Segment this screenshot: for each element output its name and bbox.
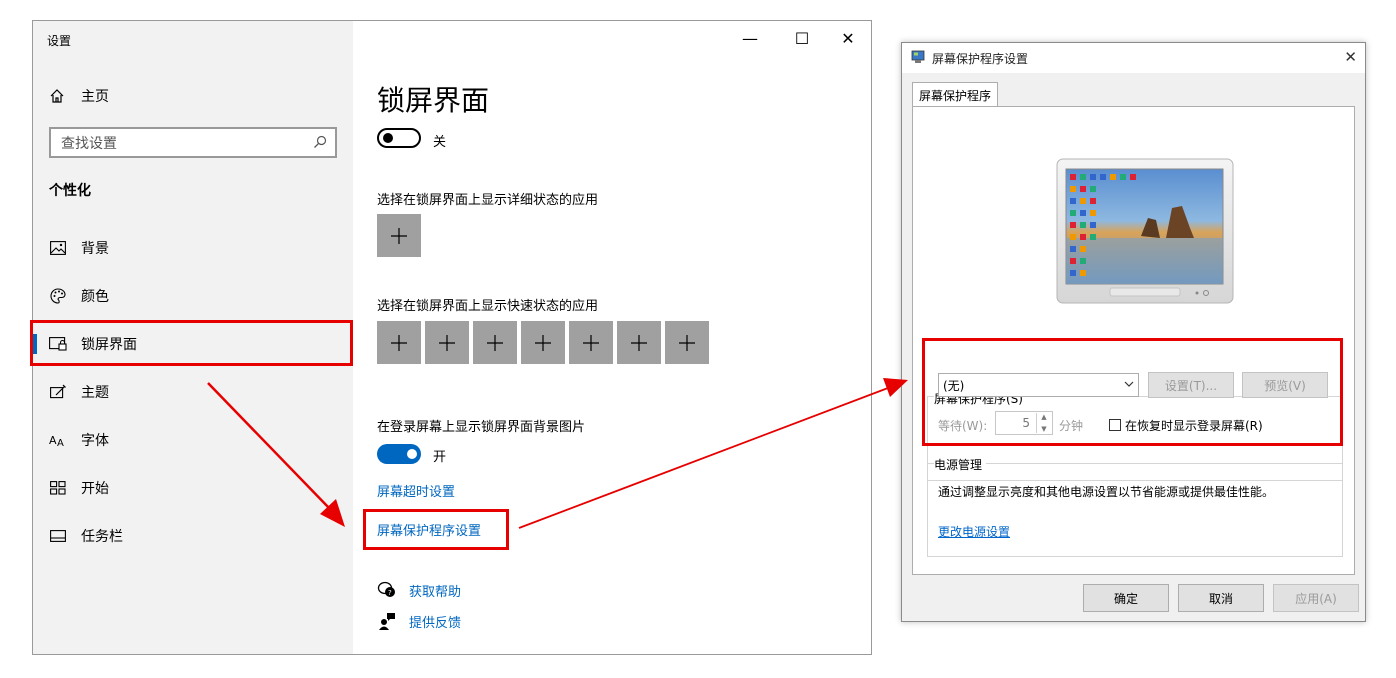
sidebar-item-label: 字体 bbox=[81, 433, 109, 449]
page-title: 锁屏界面 bbox=[377, 84, 490, 117]
power-group-label: 电源管理 bbox=[934, 456, 987, 473]
sidebar-item-label: 任务栏 bbox=[81, 529, 123, 545]
plus-icon bbox=[391, 334, 407, 351]
svg-text:A: A bbox=[49, 434, 57, 447]
app-title: 设置 bbox=[47, 34, 72, 48]
dialog-close-button[interactable]: ✕ bbox=[1344, 48, 1357, 66]
toggle-state-label: 开 bbox=[433, 450, 447, 465]
svg-text:A: A bbox=[57, 438, 64, 447]
apply-button[interactable]: 应用(A) bbox=[1273, 584, 1359, 612]
quick-status-label: 选择在锁屏界面上显示快速状态的应用 bbox=[377, 299, 599, 314]
home-nav-item[interactable]: 主页 bbox=[49, 85, 109, 107]
palette-icon bbox=[49, 287, 67, 305]
highlight-screensaver-group bbox=[922, 338, 1343, 446]
lockscreen-toggle[interactable] bbox=[377, 128, 421, 148]
cancel-button[interactable]: 取消 bbox=[1178, 584, 1264, 612]
tab-screensaver[interactable]: 屏幕保护程序 bbox=[912, 82, 998, 107]
help-link-label: 获取帮助 bbox=[409, 584, 462, 600]
add-quick-app-button[interactable] bbox=[377, 321, 421, 364]
feedback-link[interactable]: 提供反馈 bbox=[377, 611, 461, 631]
signin-bg-toggle[interactable] bbox=[377, 444, 421, 464]
start-icon bbox=[49, 479, 67, 497]
power-description: 通过调整显示亮度和其他电源设置以节省能源或提供最佳性能。 bbox=[938, 485, 1275, 499]
add-quick-app-button[interactable] bbox=[521, 321, 565, 364]
monitor-preview-image bbox=[1056, 158, 1234, 304]
search-icon[interactable] bbox=[313, 135, 327, 149]
sidebar-item-start[interactable]: 开始 bbox=[33, 468, 353, 508]
close-button[interactable]: ✕ bbox=[833, 29, 863, 48]
add-quick-app-button[interactable] bbox=[473, 321, 517, 364]
main-panel: — ☐ ✕ 锁屏界面 关 选择在锁屏界面上显示详细状态的应用 选择在锁屏界面上显… bbox=[353, 21, 871, 654]
add-quick-app-button[interactable] bbox=[569, 321, 613, 364]
plus-icon bbox=[679, 334, 695, 351]
feedback-icon bbox=[379, 613, 395, 630]
taskbar-icon bbox=[49, 527, 67, 545]
plus-icon bbox=[583, 334, 599, 351]
power-group bbox=[927, 463, 1343, 557]
svg-text:?: ? bbox=[388, 589, 392, 597]
sidebar-item-label: 开始 bbox=[81, 481, 109, 497]
screen-timeout-link[interactable]: 屏幕超时设置 bbox=[377, 481, 455, 500]
sidebar-item-themes[interactable]: 主题 bbox=[33, 372, 353, 412]
signin-bg-label: 在登录屏幕上显示锁屏界面背景图片 bbox=[377, 420, 586, 435]
ok-button[interactable]: 确定 bbox=[1083, 584, 1169, 612]
quick-status-row bbox=[377, 321, 709, 364]
maximize-button[interactable]: ☐ bbox=[787, 29, 817, 48]
plus-icon bbox=[535, 334, 551, 351]
sidebar-item-colors[interactable]: 颜色 bbox=[33, 276, 353, 316]
detailed-status-label: 选择在锁屏界面上显示详细状态的应用 bbox=[377, 193, 599, 208]
dialog-title: 屏幕保护程序设置 bbox=[932, 52, 1029, 66]
help-icon: ? bbox=[377, 581, 395, 597]
add-quick-app-button[interactable] bbox=[665, 321, 709, 364]
detailed-status-row bbox=[377, 214, 421, 257]
get-help-link[interactable]: ? 获取帮助 bbox=[377, 580, 461, 600]
theme-icon bbox=[49, 383, 67, 401]
plus-icon bbox=[391, 227, 407, 244]
dialog-titlebar: 屏幕保护程序设置 ✕ bbox=[902, 43, 1365, 73]
sidebar-item-taskbar[interactable]: 任务栏 bbox=[33, 516, 353, 556]
sidebar-item-background[interactable]: 背景 bbox=[33, 228, 353, 268]
display-app-icon bbox=[911, 50, 925, 63]
add-quick-app-button[interactable] bbox=[425, 321, 469, 364]
section-heading: 个性化 bbox=[49, 183, 91, 199]
search-placeholder: 查找设置 bbox=[61, 135, 117, 152]
toggle-knob bbox=[383, 133, 393, 143]
screensaver-dialog: 屏幕保护程序设置 ✕ 屏幕保护程序 屏幕保护程序(S) (无) 设置(T)...… bbox=[901, 42, 1366, 622]
add-quick-app-button[interactable] bbox=[617, 321, 661, 364]
plus-icon bbox=[439, 334, 455, 351]
toggle-knob bbox=[407, 449, 417, 459]
plus-icon bbox=[487, 334, 503, 351]
font-icon: AA bbox=[49, 431, 67, 449]
picture-icon bbox=[49, 239, 67, 257]
highlight-screensaver-link bbox=[363, 509, 509, 550]
sidebar-item-label: 主题 bbox=[81, 385, 109, 401]
sidebar-item-fonts[interactable]: AA 字体 bbox=[33, 420, 353, 460]
minimize-button[interactable]: — bbox=[735, 29, 765, 48]
feedback-link-label: 提供反馈 bbox=[409, 615, 462, 631]
highlight-lockscreen-item bbox=[30, 320, 353, 366]
sidebar-item-label: 颜色 bbox=[81, 289, 109, 305]
plus-icon bbox=[631, 334, 647, 351]
sidebar-item-label: 背景 bbox=[81, 241, 109, 257]
toggle-state-label: 关 bbox=[433, 135, 447, 150]
search-input[interactable]: 查找设置 bbox=[49, 127, 337, 158]
add-app-button[interactable] bbox=[377, 214, 421, 257]
home-label: 主页 bbox=[81, 89, 109, 105]
home-icon bbox=[50, 89, 64, 103]
change-power-settings-link[interactable]: 更改电源设置 bbox=[938, 523, 1010, 540]
